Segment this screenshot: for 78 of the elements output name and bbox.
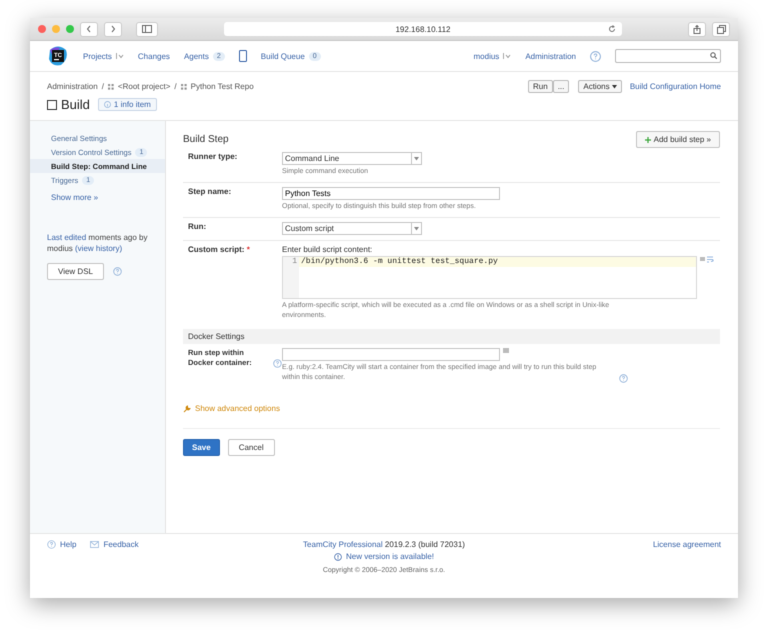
help-icon[interactable] bbox=[273, 359, 282, 368]
cancel-button[interactable]: Cancel bbox=[228, 439, 275, 456]
view-history-link[interactable]: (view history) bbox=[75, 244, 122, 253]
help-link[interactable]: Help bbox=[47, 540, 76, 549]
product-link[interactable]: TeamCity Professional bbox=[303, 540, 383, 549]
user-menu[interactable]: modius bbox=[474, 52, 512, 60]
dropdown[interactable]: Command Line bbox=[282, 152, 422, 165]
code-editor[interactable]: 1 /bin/python3.6 -m unittest test_square.py bbox=[282, 256, 697, 299]
nav-link[interactable]: Projects bbox=[83, 52, 112, 60]
chevron-left-icon bbox=[86, 25, 92, 33]
edit-info: Last edited moments ago by modius (view history) bbox=[46, 232, 149, 254]
nav-link[interactable]: Changes bbox=[138, 52, 170, 60]
help-icon[interactable] bbox=[590, 50, 601, 62]
page-title: Build bbox=[61, 97, 90, 112]
project-icon bbox=[180, 84, 187, 90]
plus-icon bbox=[644, 136, 651, 142]
sidebar-button[interactable] bbox=[136, 22, 158, 36]
caret-icon bbox=[414, 226, 419, 230]
alert-icon bbox=[334, 552, 342, 560]
breadcrumb-separator: / bbox=[174, 82, 177, 91]
add-build-step-button[interactable]: Add build step » bbox=[636, 131, 720, 148]
home-link[interactable]: Build Configuration Home bbox=[630, 82, 721, 91]
help-icon[interactable] bbox=[619, 374, 628, 383]
nav-link[interactable]: Administration bbox=[525, 52, 576, 60]
envelope-icon bbox=[90, 541, 100, 548]
section-header: Docker Settings bbox=[183, 329, 720, 344]
search-icon bbox=[710, 52, 717, 59]
address-bar[interactable]: 192.168.10.112 bbox=[224, 22, 622, 36]
tabs-icon bbox=[716, 24, 726, 34]
breadcrumb-separator: / bbox=[102, 82, 104, 91]
caret-icon bbox=[116, 53, 124, 59]
info-badge[interactable]: 1 info item bbox=[98, 98, 157, 111]
text-field[interactable] bbox=[282, 348, 500, 361]
field-label: Run: bbox=[188, 222, 208, 233]
text-field[interactable]: Python Tests bbox=[282, 187, 500, 200]
editor-tools-icon[interactable] bbox=[700, 256, 714, 263]
field-label: Step name: bbox=[188, 187, 232, 198]
agent-icon[interactable] bbox=[238, 50, 247, 62]
caret-icon bbox=[612, 85, 617, 89]
dropdown[interactable]: Custom script bbox=[282, 222, 422, 235]
actions-menu[interactable]: Actions bbox=[578, 80, 622, 93]
line-number: 1 bbox=[283, 257, 299, 298]
field-intro: Enter build script content: bbox=[282, 245, 374, 254]
field-label: Runner type: bbox=[188, 152, 238, 163]
chevron-right-icon bbox=[110, 25, 116, 33]
field-label: Custom script: * bbox=[188, 245, 251, 256]
run-options-button[interactable]: ... bbox=[552, 80, 570, 93]
share-button[interactable] bbox=[688, 22, 706, 36]
breadcrumb-link[interactable]: Python Test Repo bbox=[190, 82, 254, 91]
info-icon bbox=[104, 101, 111, 108]
share-icon bbox=[693, 24, 701, 34]
feedback-link[interactable]: Feedback bbox=[90, 540, 139, 549]
url-text: 192.168.10.112 bbox=[395, 24, 450, 34]
help-icon bbox=[47, 540, 56, 549]
checkbox-icon[interactable] bbox=[47, 100, 57, 110]
search-field[interactable] bbox=[615, 49, 721, 63]
license-link[interactable]: License agreement bbox=[652, 540, 721, 549]
breadcrumb-link[interactable]: Administration bbox=[47, 82, 98, 91]
caret-icon bbox=[503, 53, 512, 59]
tabs-button[interactable] bbox=[712, 22, 730, 36]
sidebar-icon bbox=[142, 25, 152, 33]
show-more-link[interactable]: Show more » bbox=[30, 187, 165, 208]
breadcrumb-link[interactable]: <Root project> bbox=[118, 82, 170, 91]
update-link[interactable]: New version is available! bbox=[334, 552, 434, 561]
project-icon bbox=[108, 84, 114, 90]
run-button[interactable]: Run bbox=[528, 80, 553, 93]
version-info: TeamCity Professional 2019.2.3 (build 72031) bbox=[303, 540, 465, 549]
field-tools-icon[interactable] bbox=[503, 348, 509, 353]
section-title: Build Step bbox=[183, 134, 229, 145]
save-button[interactable]: Save bbox=[183, 439, 220, 456]
reload-icon[interactable] bbox=[608, 25, 616, 33]
caret-icon bbox=[414, 156, 419, 160]
last-edited-link[interactable]: Last edited bbox=[47, 233, 86, 242]
wrench-icon bbox=[183, 404, 191, 412]
back-button[interactable] bbox=[80, 22, 98, 36]
view-dsl-button[interactable]: View DSL bbox=[47, 263, 104, 280]
forward-button[interactable] bbox=[104, 22, 122, 36]
help-icon[interactable] bbox=[112, 267, 122, 276]
